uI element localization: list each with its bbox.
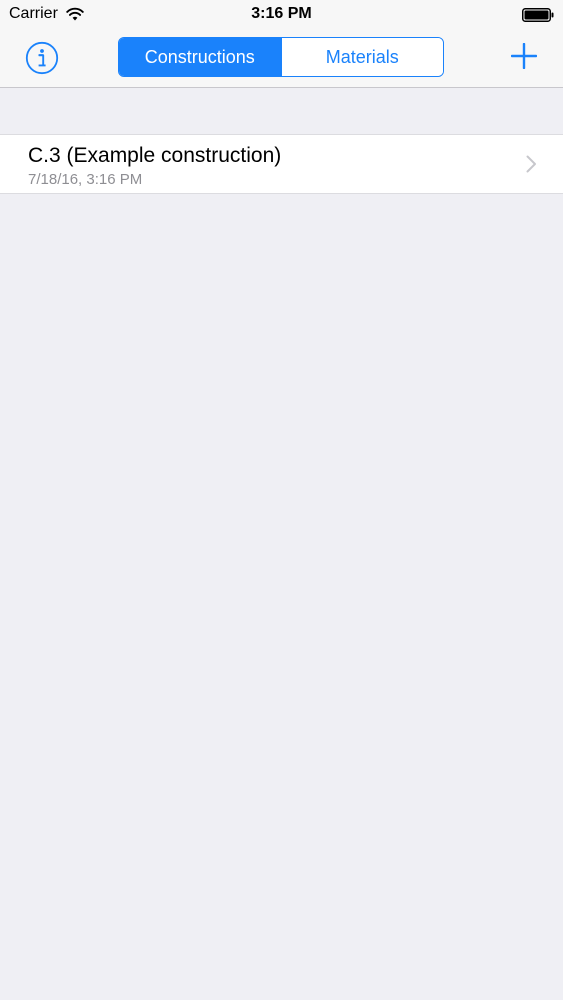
navigation-bar: Constructions Materials <box>0 30 563 88</box>
info-icon[interactable] <box>25 41 59 75</box>
chevron-right-icon <box>526 155 536 173</box>
segment-materials[interactable]: Materials <box>280 38 443 76</box>
status-time: 3:16 PM <box>251 5 312 22</box>
plus-icon[interactable] <box>511 43 537 69</box>
constructions-list: C.3 (Example construction) 7/18/16, 3:16… <box>0 134 563 194</box>
item-title: C.3 (Example construction) <box>28 144 282 167</box>
battery-icon <box>522 8 554 22</box>
segmented-control: Constructions Materials <box>118 37 444 77</box>
segment-constructions[interactable]: Constructions <box>119 38 281 76</box>
status-bar: Carrier 3:16 PM <box>0 0 563 30</box>
item-subtitle: 7/18/16, 3:16 PM <box>28 171 143 188</box>
list-item[interactable]: C.3 (Example construction) 7/18/16, 3:16… <box>0 135 563 193</box>
